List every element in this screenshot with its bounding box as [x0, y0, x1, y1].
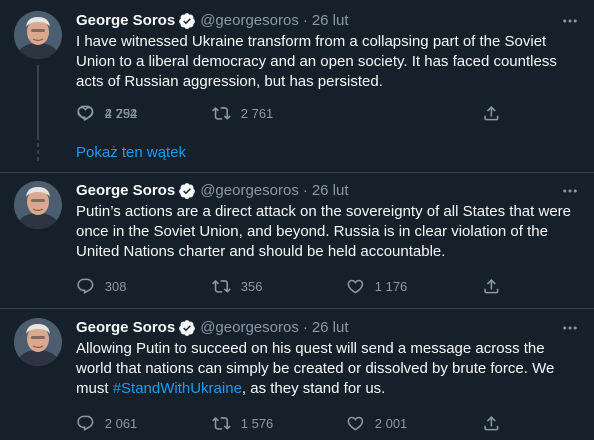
thread-line	[37, 65, 39, 140]
separator-dot: ·	[302, 319, 308, 336]
like-icon	[347, 416, 364, 431]
avatar[interactable]	[14, 181, 62, 229]
reply-button[interactable]: 2 061	[76, 413, 137, 433]
tweet-text-line: Putin’s actions are a direct attack on t…	[76, 203, 571, 220]
tweet-text: Allowing Putin to succeed on his quest w…	[76, 339, 580, 399]
retweet-count: 356	[240, 278, 263, 294]
divider	[0, 172, 594, 173]
reply-icon	[77, 278, 94, 294]
tweet-text-line: Union to a liberal democracy and an open…	[76, 53, 557, 70]
tweet-text-line: United Nations charter and should be hel…	[76, 243, 446, 260]
share-button[interactable]	[482, 103, 501, 123]
share-icon	[484, 415, 499, 431]
tweet-text: Putin’s actions are a direct attack on t…	[76, 202, 580, 262]
tweet-text-line: acts of Russian aggression, but has pers…	[76, 73, 383, 90]
share-button[interactable]	[482, 276, 501, 296]
tweet-text-line: Allowing Putin to succeed on his quest w…	[76, 340, 545, 357]
retweet-icon	[212, 416, 231, 430]
author-handle[interactable]: @georgesoros	[200, 318, 299, 338]
retweet-count: 2 761	[240, 105, 274, 121]
avatar[interactable]	[14, 318, 62, 366]
verified-badge-icon	[179, 13, 196, 29]
tweet-text-line: world that nations can simply be created…	[76, 360, 555, 377]
author-name[interactable]: George Soros	[76, 11, 175, 31]
tweet-timestamp[interactable]: 26 lut	[312, 11, 349, 31]
avatar[interactable]	[14, 11, 62, 59]
like-count: 4 252	[104, 105, 138, 121]
verified-badge-icon	[179, 320, 196, 336]
retweet-icon	[212, 279, 231, 293]
tweet-text-line: once in the Soviet Union, and beyond. Ru…	[76, 223, 548, 240]
like-count: 1 176	[374, 278, 408, 294]
more-options-icon[interactable]	[560, 11, 580, 31]
tweet-actions: 2 794 2 761 4 252	[76, 103, 580, 123]
author-handle[interactable]: @georgesoros	[200, 181, 299, 201]
retweet-button[interactable]: 1 576	[212, 413, 273, 433]
separator-dot: ·	[302, 182, 308, 199]
like-button[interactable]: 2 001	[346, 413, 407, 433]
share-icon	[484, 105, 499, 121]
divider	[0, 308, 594, 309]
tweet-actions: 308 356 1 176	[76, 276, 580, 296]
hashtag-link[interactable]: #StandWithUkraine	[113, 380, 242, 397]
reply-count: 308	[104, 278, 127, 294]
more-options-icon[interactable]	[560, 181, 580, 201]
thread-dot	[37, 150, 39, 154]
tweet-text-line: I have witnessed Ukraine transform from …	[76, 33, 547, 50]
reply-count: 2 061	[104, 415, 138, 431]
reply-button[interactable]: 308	[76, 276, 126, 296]
like-count: 2 001	[374, 415, 408, 431]
author-name[interactable]: George Soros	[76, 181, 175, 201]
show-thread-link[interactable]: Pokaż ten wątek	[76, 143, 186, 163]
more-options-icon[interactable]	[560, 318, 580, 338]
reply-icon	[77, 415, 94, 431]
tweet-text: I have witnessed Ukraine transform from …	[76, 32, 580, 92]
retweet-icon	[212, 106, 231, 120]
share-button[interactable]	[482, 413, 501, 433]
author-handle[interactable]: @georgesoros	[200, 11, 299, 31]
retweet-count: 1 576	[240, 415, 274, 431]
like-button[interactable]: 4 252	[76, 103, 137, 123]
share-icon	[484, 278, 499, 294]
author-name[interactable]: George Soros	[76, 318, 175, 338]
tweet-text-fragment: , as they stand for us.	[241, 380, 386, 397]
tweet-text-fragment: must	[76, 380, 113, 397]
tweet-timestamp[interactable]: 26 lut	[312, 181, 349, 201]
thread-dot	[37, 143, 39, 147]
like-icon	[77, 106, 94, 121]
retweet-button[interactable]: 356	[212, 276, 262, 296]
tweet-actions: 2 061 1 576 2 001	[76, 413, 580, 433]
tweet-text-line: must #StandWithUkraine, as they stand fo…	[76, 379, 580, 399]
tweet-timestamp[interactable]: 26 lut	[312, 318, 349, 338]
thread-dot	[37, 157, 39, 161]
retweet-button[interactable]: 2 761	[212, 103, 273, 123]
like-button[interactable]: 1 176	[346, 276, 407, 296]
separator-dot: ·	[302, 12, 308, 29]
verified-badge-icon	[179, 183, 196, 199]
like-icon	[347, 279, 364, 294]
